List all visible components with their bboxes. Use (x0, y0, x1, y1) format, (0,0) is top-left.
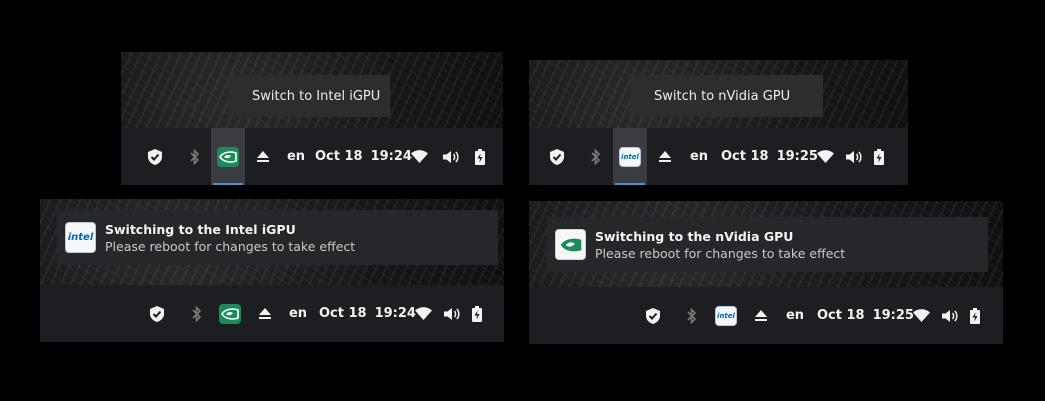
clock[interactable]: Oct 18 19:24 (315, 128, 412, 185)
bluetooth-icon (591, 148, 601, 165)
notification-banner[interactable]: Switching to the nVidia GPU Please reboo… (547, 217, 988, 272)
intel-logo-text: intel (717, 311, 735, 320)
eject-indicator[interactable] (655, 128, 675, 185)
shield-icon (646, 307, 660, 324)
clock-time: 19:25 (776, 149, 818, 164)
intel-icon: intel (715, 305, 737, 326)
screenshot-bottom-left: intel Switching to the Intel iGPU Please… (40, 199, 504, 342)
eject-icon (755, 310, 767, 321)
shield-icon (150, 305, 164, 322)
system-menu[interactable] (415, 285, 482, 342)
eject-icon (659, 151, 671, 162)
volume-icon (443, 307, 460, 320)
nvidia-icon (555, 229, 586, 260)
keyboard-layout-indicator[interactable]: en (686, 128, 712, 185)
notification-title: Switching to the nVidia GPU (595, 228, 794, 244)
gpu-switch-indicator[interactable] (211, 128, 245, 185)
nvidia-icon (219, 303, 241, 324)
system-menu[interactable] (411, 128, 485, 185)
top-bar: en Oct 18 19:24 (40, 285, 504, 342)
top-bar: en Oct 18 19:24 (121, 128, 503, 185)
volume-icon (941, 309, 958, 322)
volume-icon (845, 150, 862, 163)
wifi-icon (817, 150, 834, 163)
intel-logo-text: intel (67, 232, 94, 243)
top-bar: intel en Oct 18 19:25 (529, 287, 1003, 344)
eject-indicator[interactable] (751, 287, 771, 344)
battery-icon (475, 148, 485, 165)
clock-date: Oct 18 (721, 149, 769, 164)
battery-icon (970, 307, 980, 324)
clock-time: 19:24 (370, 149, 412, 164)
clock[interactable]: Oct 18 19:25 (721, 128, 818, 185)
gpu-switch-tooltip: Switch to Intel iGPU (228, 75, 390, 117)
eject-icon (257, 151, 269, 162)
bluetooth-icon (190, 148, 200, 165)
bluetooth-indicator[interactable] (586, 128, 606, 185)
screenshot-bottom-right: Switching to the nVidia GPU Please reboo… (529, 201, 1003, 344)
shield-icon (148, 148, 162, 165)
clock-date: Oct 18 (319, 306, 367, 321)
intel-icon: intel (65, 222, 96, 253)
clock[interactable]: Oct 18 19:25 (817, 287, 914, 344)
screenshot-top-left: Switch to Intel iGPU en Oct 18 19:24 (121, 52, 503, 185)
clock-time: 19:24 (374, 306, 416, 321)
clock-date: Oct 18 (817, 308, 865, 323)
nvidia-icon (217, 146, 239, 167)
screenshot-top-right: Switch to nVidia GPU intel en Oct 18 19:… (529, 60, 908, 185)
bluetooth-icon (192, 305, 202, 322)
gpu-switch-indicator[interactable] (213, 285, 247, 342)
keyboard-layout-indicator[interactable]: en (283, 128, 309, 185)
bluetooth-icon (687, 307, 697, 324)
shield-indicator[interactable] (145, 285, 169, 342)
eject-indicator[interactable] (253, 128, 273, 185)
notification-title: Switching to the Intel iGPU (105, 221, 296, 237)
gpu-switch-indicator[interactable]: intel (709, 287, 743, 344)
gpu-switch-indicator[interactable]: intel (613, 128, 647, 185)
shield-indicator[interactable] (143, 128, 167, 185)
bluetooth-indicator[interactable] (682, 287, 702, 344)
battery-icon (874, 148, 884, 165)
wifi-icon (415, 307, 432, 320)
eject-icon (259, 308, 271, 319)
keyboard-layout-label: en (288, 306, 308, 321)
shield-indicator[interactable] (545, 128, 569, 185)
wifi-icon (411, 150, 428, 163)
notification-banner[interactable]: intel Switching to the Intel iGPU Please… (57, 210, 498, 265)
system-menu[interactable] (817, 128, 884, 185)
volume-icon (443, 150, 459, 163)
eject-indicator[interactable] (255, 285, 275, 342)
shield-icon (550, 148, 564, 165)
clock-date: Oct 18 (315, 149, 363, 164)
keyboard-layout-label: en (689, 149, 709, 164)
notification-body: Please reboot for changes to take effect (105, 238, 356, 254)
clock[interactable]: Oct 18 19:24 (319, 285, 416, 342)
intel-logo-text: intel (621, 152, 639, 161)
keyboard-layout-label: en (785, 308, 805, 323)
intel-icon: intel (619, 146, 641, 167)
gpu-switch-tooltip: Switch to nVidia GPU (630, 75, 823, 117)
system-menu[interactable] (913, 287, 980, 344)
clock-time: 19:25 (872, 308, 914, 323)
shield-indicator[interactable] (641, 287, 665, 344)
bluetooth-indicator[interactable] (185, 128, 205, 185)
top-bar: intel en Oct 18 19:25 (529, 128, 908, 185)
bluetooth-indicator[interactable] (187, 285, 207, 342)
notification-body: Please reboot for changes to take effect (595, 245, 846, 261)
keyboard-layout-indicator[interactable]: en (285, 285, 311, 342)
keyboard-layout-label: en (286, 149, 306, 164)
keyboard-layout-indicator[interactable]: en (782, 287, 808, 344)
battery-icon (472, 305, 482, 322)
wifi-icon (913, 309, 930, 322)
